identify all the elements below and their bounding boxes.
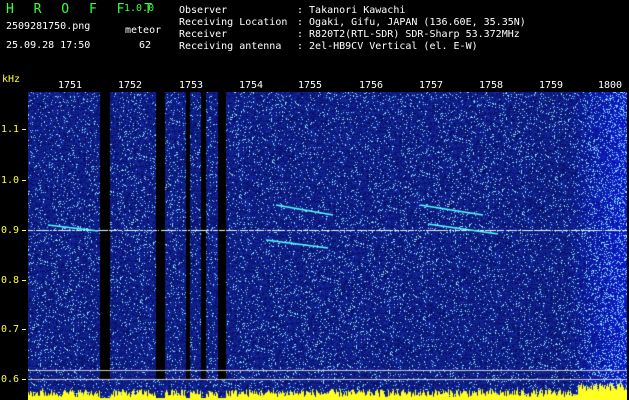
frequency-unit-label: kHz: [2, 74, 21, 85]
observation-timestamp: 25.09.28 17:50: [6, 40, 91, 51]
time-tick-label: 1759: [539, 80, 564, 91]
time-tick-label: 1800: [598, 80, 623, 91]
observer-value: : Takanori Kawachi: [297, 5, 406, 16]
y-tick-label: 0.6: [1, 374, 20, 385]
spectrogram-viewer: H R O F F T 1.0.0 2509281750.png meteor …: [0, 0, 629, 400]
time-tick-label: 1757: [419, 80, 444, 91]
time-tick-label: 1754: [239, 80, 264, 91]
location-value: : Ogaki, Gifu, JAPAN (136.60E, 35.35N): [297, 17, 526, 28]
y-tick-mark: [22, 329, 26, 330]
spectrogram-canvas: [28, 92, 627, 400]
time-tick-label: 1756: [359, 80, 384, 91]
receiver-label: Receiver: [179, 29, 228, 40]
y-tick-label: 0.9: [1, 225, 20, 236]
y-tick-mark: [22, 379, 26, 380]
y-tick-label: 0.7: [1, 324, 20, 335]
antenna-value: : 2el-HB9CV Vertical (el. E-W): [297, 41, 478, 52]
time-tick-label: 1751: [58, 80, 83, 91]
y-tick-label: 1.1: [1, 124, 20, 135]
time-tick-label: 1755: [298, 80, 323, 91]
y-tick-label: 0.8: [1, 275, 20, 286]
meteor-count-value: 62: [139, 40, 152, 51]
y-tick-mark: [22, 129, 26, 130]
y-tick-label: 1.0: [1, 175, 20, 186]
location-label: Receiving Location: [179, 17, 288, 28]
y-tick-mark: [22, 280, 26, 281]
antenna-label: Receiving antenna: [179, 41, 282, 52]
observer-label: Observer: [179, 5, 228, 16]
meteor-count-label: meteor: [125, 25, 162, 36]
time-tick-label: 1753: [179, 80, 204, 91]
y-tick-mark: [22, 230, 26, 231]
image-filename: 2509281750.png: [6, 21, 91, 32]
time-tick-label: 1758: [479, 80, 504, 91]
app-version: 1.0.0: [124, 3, 155, 14]
y-tick-mark: [22, 180, 26, 181]
time-tick-label: 1752: [118, 80, 143, 91]
receiver-value: : R820T2(RTL-SDR) SDR-Sharp 53.372MHz: [297, 29, 520, 40]
